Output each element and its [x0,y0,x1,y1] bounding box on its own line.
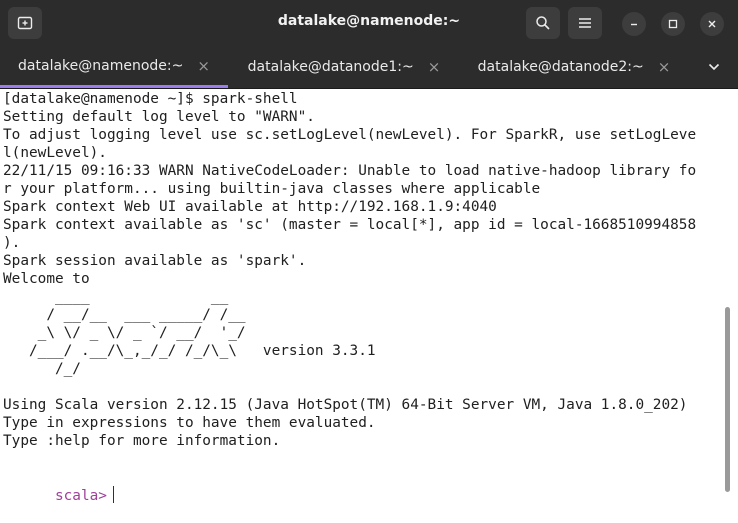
prompt-line[interactable]: scala> [3,468,114,504]
terminal-line: ). [3,235,21,251]
tab-namenode[interactable]: datalake@namenode:~ × [0,46,228,88]
hamburger-menu-icon [579,18,591,28]
tab-datanode2[interactable]: datalake@datanode2:~ × [460,46,688,88]
terminal-line: Using Scala version 2.12.15 (Java HotSpo… [3,397,688,413]
terminal-line: Type :help for more information. [3,433,281,449]
tab-close-icon[interactable]: × [428,58,441,76]
chevron-down-icon [708,63,720,71]
spark-logo-line: /___/ .__/\_,_/_/ /_/\_\ version 3.3.1 [3,343,376,359]
terminal-line: Spark session available as 'spark'. [3,253,307,269]
tab-datanode1[interactable]: datalake@datanode1:~ × [230,46,458,88]
maximize-button[interactable] [661,12,685,36]
tab-close-icon[interactable]: × [197,57,210,75]
terminal-line: Welcome to [3,271,90,287]
search-button[interactable] [526,7,560,39]
terminal-line: r your platform... using builtin-java cl… [3,181,541,197]
terminal-output[interactable]: [datalake@namenode ~]$ spark-shell Setti… [0,89,738,523]
terminal-line: l(newLevel). [3,145,107,161]
search-icon [536,16,550,30]
terminal-line: Spark context Web UI available at http:/… [3,199,497,215]
text-cursor [112,486,114,503]
spark-logo-line: ____ __ [3,289,229,305]
scrollbar-thumb[interactable] [725,307,730,492]
terminal-line: 22/11/15 09:16:33 WARN NativeCodeLoader:… [3,163,697,179]
terminal-window: datalake@namenode:~ datalake@namenode:~ … [0,0,738,523]
minimize-button[interactable] [622,12,646,36]
maximize-icon [668,19,678,29]
terminal-line: To adjust logging level use sc.setLogLev… [3,127,697,143]
terminal-line: Setting default log level to "WARN". [3,109,315,125]
tab-label: datalake@datanode2:~ [477,59,644,75]
tab-bar: datalake@namenode:~ × datalake@datanode1… [0,46,738,89]
terminal-line: [datalake@namenode ~]$ spark-shell [3,91,298,107]
spark-logo-line: / __/__ ___ _____/ /__ [3,307,246,323]
tab-label: datalake@namenode:~ [18,57,184,74]
tab-label: datalake@datanode1:~ [247,59,414,75]
terminal-line: Spark context available as 'sc' (master … [3,217,697,233]
minimize-icon [631,23,637,26]
close-button[interactable] [700,12,724,36]
title-bar[interactable]: datalake@namenode:~ [0,0,738,46]
terminal-line: Type in expressions to have them evaluat… [3,415,376,431]
spark-logo-line: _\ \/ _ \/ _ `/ __/ '_/ [3,325,246,341]
tab-overflow-button[interactable] [700,54,728,80]
menu-button[interactable] [568,7,602,39]
scala-prompt: scala> [54,488,107,504]
close-icon [708,20,716,28]
tab-close-icon[interactable]: × [658,58,671,76]
spark-logo-line: /_/ [3,361,81,377]
